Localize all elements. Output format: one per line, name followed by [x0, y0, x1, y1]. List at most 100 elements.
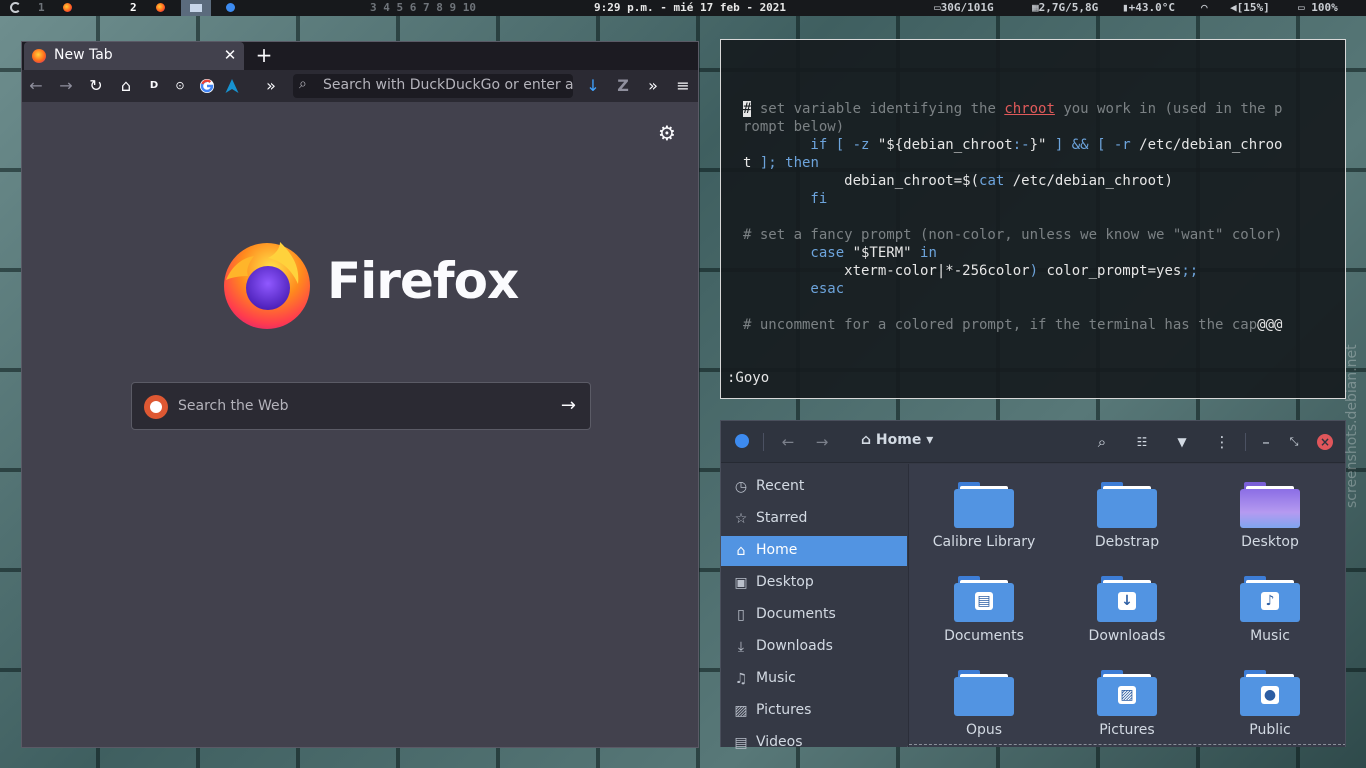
web-search-box[interactable]: Search the Web →: [131, 382, 591, 430]
folder-item[interactable]: ● Public: [1205, 656, 1335, 746]
file-manager-window: ← → ⌂ Home ▾ ⌕ ☷ ▼ ⋮ – ⤡ × ◷ Recent ☆ Starr…: [720, 420, 1346, 751]
arrow-right-icon[interactable]: →: [561, 395, 576, 416]
menu-icon[interactable]: ≡: [671, 74, 695, 98]
firefox-task-icon[interactable]: [156, 0, 165, 16]
wifi-icon[interactable]: ◠: [1201, 0, 1208, 16]
restore-icon[interactable]: ⤡: [1285, 431, 1303, 453]
temperature-status: ▮+43.0°C: [1122, 0, 1175, 16]
code-token: ]; then: [751, 155, 819, 171]
search-input[interactable]: Search the Web: [178, 398, 289, 414]
close-tab-icon[interactable]: ✕: [220, 45, 240, 65]
sidebar-item-pictures[interactable]: ▨ Pictures: [721, 696, 907, 726]
folder-icon: [1240, 482, 1300, 528]
reload-icon[interactable]: ↻: [84, 74, 108, 98]
code-token: fi: [743, 191, 828, 207]
code-token: set variable identifying the: [751, 101, 1005, 117]
sidebar-item-downloads[interactable]: ⤓ Downloads: [721, 632, 907, 662]
extension-d-icon[interactable]: D: [142, 74, 166, 98]
folder-item[interactable]: Calibre Library: [919, 468, 1049, 558]
toolbar-overflow-icon[interactable]: »: [641, 74, 665, 98]
sidebar-item-label: Starred: [756, 510, 808, 526]
sidebar-item-videos[interactable]: ▤ Videos: [721, 728, 907, 758]
folder-item[interactable]: ↓ Downloads: [1062, 562, 1192, 652]
sidebar-item-recent[interactable]: ◷ Recent: [721, 472, 907, 502]
location-button[interactable]: ⌂ Home ▾: [861, 432, 933, 448]
disk-status: ▭30G/101G: [934, 0, 994, 16]
folder-label: Calibre Library: [932, 534, 1036, 550]
code-token: esac: [743, 281, 845, 297]
chevron-down-icon[interactable]: ▼: [1171, 431, 1193, 453]
folder-item[interactable]: ▨ Pictures: [1062, 656, 1192, 746]
zotero-icon[interactable]: Z: [611, 74, 635, 98]
download-icon[interactable]: ↓: [581, 74, 605, 98]
back-icon[interactable]: ←: [24, 74, 48, 98]
sidebar-item-music[interactable]: ♫ Music: [721, 664, 907, 694]
buffer-line: xterm-color|*-256color) color_prompt=yes…: [743, 262, 1323, 280]
sidebar-item-home[interactable]: ⌂ Home: [721, 536, 907, 566]
folder-body: [1097, 489, 1157, 528]
close-icon[interactable]: ×: [1317, 434, 1333, 450]
folder-item[interactable]: ♪ Music: [1205, 562, 1335, 652]
code-token: }": [1029, 137, 1047, 153]
buffer-line: # uncomment for a colored prompt, if the…: [743, 316, 1323, 334]
sidebar-item-desktop[interactable]: ▣ Desktop: [721, 568, 907, 598]
memory-icon: ▦: [1032, 1, 1039, 14]
folder-icon: ♪: [1240, 576, 1300, 622]
minimize-icon[interactable]: –: [1257, 431, 1275, 453]
sidebar-item-label: Pictures: [756, 702, 812, 718]
folder-label: Desktop: [1241, 534, 1299, 550]
video-icon: ▤: [734, 735, 748, 751]
sidebar-item-starred[interactable]: ☆ Starred: [721, 504, 907, 534]
folder-icon: ▤: [954, 576, 1014, 622]
arch-icon[interactable]: [220, 74, 244, 98]
disk-icon: ▭: [934, 1, 941, 14]
google-icon[interactable]: [195, 74, 219, 98]
folder-label: Downloads: [1088, 628, 1166, 644]
url-input[interactable]: Search with DuckDuckGo or enter address: [323, 77, 573, 93]
bookmarks-overflow-icon[interactable]: »: [259, 74, 283, 98]
terminal-window[interactable]: # set variable identifying the chroot yo…: [720, 39, 1346, 399]
workspaces-3-10[interactable]: 3 4 5 6 7 8 9 10: [370, 0, 476, 16]
debian-logo-icon[interactable]: [10, 0, 21, 16]
sidebar-item-documents[interactable]: ▯ Documents: [721, 600, 907, 630]
window-task-icon[interactable]: [181, 0, 211, 16]
folder-item[interactable]: ▤ Documents: [919, 562, 1049, 652]
firefox-task-icon[interactable]: [63, 0, 72, 16]
code-token: in: [911, 245, 937, 261]
code-token: @@@: [1257, 317, 1283, 333]
files-task-icon[interactable]: [226, 0, 235, 16]
sidebar-item-label: Downloads: [756, 638, 833, 654]
code-token: xterm-color|*-256color: [743, 263, 1030, 279]
header-bar: ← → ⌂ Home ▾ ⌕ ☷ ▼ ⋮ – ⤡ ×: [721, 421, 1345, 463]
folder-item[interactable]: Desktop: [1205, 468, 1335, 558]
app-icon: [733, 431, 751, 453]
thermometer-icon: ▮: [1122, 1, 1129, 14]
home-icon[interactable]: ⌂: [114, 74, 138, 98]
search-icon[interactable]: ⌕: [1091, 431, 1113, 453]
code-token: # uncomment for a colored prompt, if the…: [743, 317, 1258, 333]
folder-item[interactable]: Opus: [919, 656, 1049, 746]
url-bar[interactable]: ⌕ Search with DuckDuckGo or enter addres…: [293, 74, 573, 98]
kebab-menu-icon[interactable]: ⋮: [1211, 431, 1233, 453]
code-token: # set a fancy prompt (non-color, unless …: [743, 227, 1283, 243]
extension-glasses-icon[interactable]: ⊙: [168, 74, 192, 98]
volume-status[interactable]: ◀[15%]: [1230, 0, 1270, 16]
command-line[interactable]: :Goyo: [727, 370, 769, 386]
folder-grid: Calibre Library Debstrap Desktop ▤ Documents…: [908, 464, 1345, 747]
new-tab-button[interactable]: +: [252, 44, 276, 68]
workspace-2[interactable]: 2: [130, 0, 137, 16]
buffer-line: [743, 208, 1323, 226]
editor-buffer[interactable]: # set variable identifying the chroot yo…: [743, 100, 1323, 334]
workspace-1[interactable]: 1: [38, 0, 45, 16]
forward-icon[interactable]: →: [811, 431, 833, 453]
folder-item[interactable]: Debstrap: [1062, 468, 1192, 558]
code-token: color_prompt=yes: [1038, 263, 1182, 279]
buffer-line: # set variable identifying the chroot yo…: [743, 100, 1323, 118]
forward-icon[interactable]: →: [54, 74, 78, 98]
back-icon[interactable]: ←: [777, 431, 799, 453]
gear-icon[interactable]: ⚙: [656, 122, 678, 144]
view-list-icon[interactable]: ☷: [1131, 431, 1153, 453]
location-label: Home: [875, 432, 922, 448]
tab-new-tab[interactable]: New Tab ✕: [24, 42, 244, 70]
volume-value: [15%]: [1236, 1, 1270, 14]
